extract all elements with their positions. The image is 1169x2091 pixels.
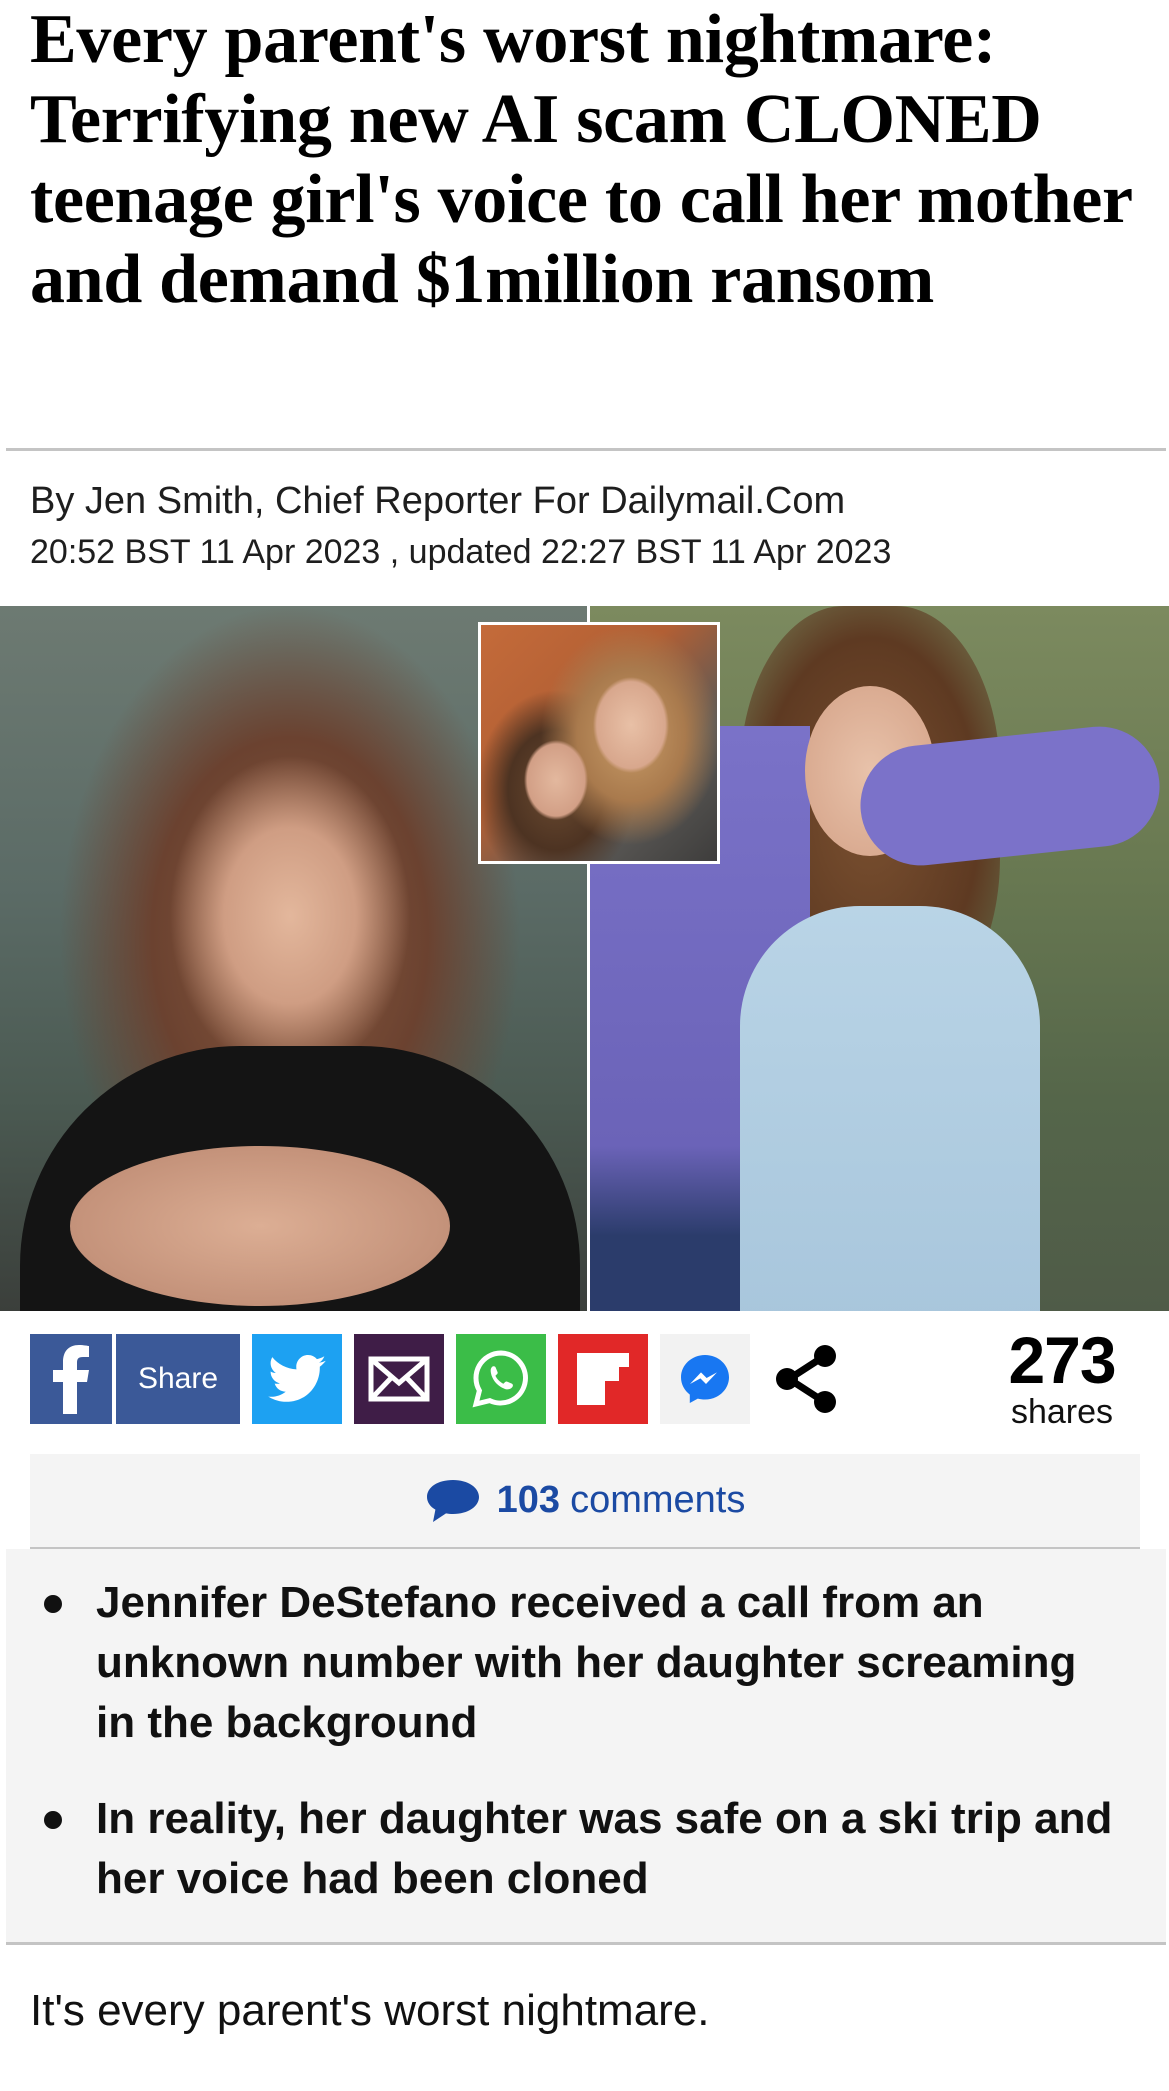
- summary-bullet-text: In reality, her daughter was safe on a s…: [96, 1794, 1113, 1903]
- bullet-dot: [44, 1811, 62, 1829]
- summary-bullet: Jennifer DeStefano received a call from …: [44, 1573, 1126, 1753]
- facebook-share-label: Share: [137, 1362, 219, 1395]
- summary-bullet-text: Jennifer DeStefano received a call from …: [96, 1578, 1077, 1747]
- email-icon: [368, 1356, 430, 1402]
- facebook-icon: [53, 1345, 89, 1414]
- twitter-icon: [268, 1355, 326, 1402]
- article-summary-bullets: Jennifer DeStefano received a call from …: [6, 1549, 1166, 1945]
- article-byline[interactable]: By Jen Smith, Chief Reporter For Dailyma…: [30, 480, 845, 523]
- comments-label: comments: [570, 1479, 746, 1521]
- facebook-share-label-button[interactable]: Share: [116, 1334, 240, 1424]
- share-count: 273 shares: [997, 1325, 1127, 1429]
- facebook-share-button[interactable]: [30, 1334, 112, 1424]
- whatsapp-icon: [472, 1350, 528, 1408]
- messenger-icon: [681, 1355, 729, 1403]
- article-body-paragraph: It's every parent's worst nightmare.: [30, 1986, 710, 2035]
- generic-share-button[interactable]: [762, 1334, 852, 1424]
- article-headline: Every parent's worst nightmare: Terrifyi…: [30, 1, 1132, 318]
- speech-bubble-icon: [426, 1479, 479, 1522]
- headline-divider: [6, 448, 1166, 451]
- hero-photo-inset-selfie: [478, 622, 720, 864]
- comments-link[interactable]: 103 comments: [30, 1454, 1140, 1550]
- messenger-share-button[interactable]: [660, 1334, 750, 1424]
- twitter-share-button[interactable]: [252, 1334, 342, 1424]
- summary-bullet: In reality, her daughter was safe on a s…: [44, 1789, 1126, 1909]
- flipboard-icon: [577, 1353, 629, 1405]
- share-count-label: shares: [1010, 1393, 1114, 1431]
- email-share-button[interactable]: [354, 1334, 444, 1424]
- flipboard-share-button[interactable]: [558, 1334, 648, 1424]
- share-icon: [776, 1345, 836, 1413]
- share-count-number: 273: [1008, 1323, 1116, 1397]
- bullet-dot: [44, 1595, 62, 1613]
- comments-count: 103: [496, 1479, 561, 1521]
- whatsapp-share-button[interactable]: [456, 1334, 546, 1424]
- article-dateline: 20:52 BST 11 Apr 2023 , updated 22:27 BS…: [30, 533, 892, 571]
